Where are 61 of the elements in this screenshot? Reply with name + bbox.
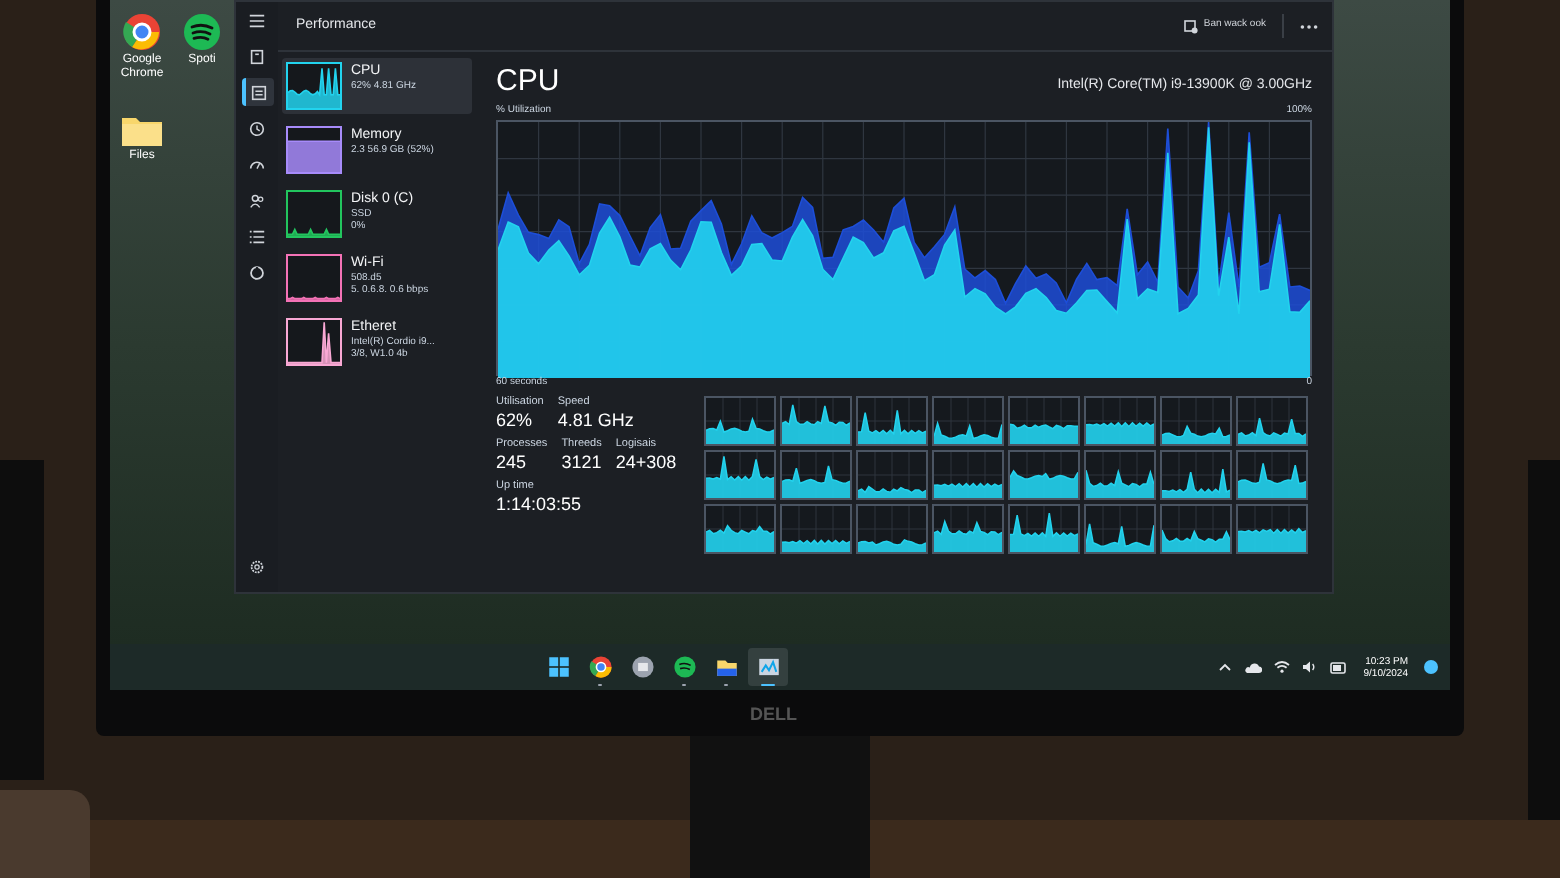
stat-value: 24+308 <box>615 452 677 474</box>
usage-area <box>1086 421 1154 444</box>
usage-area <box>706 524 774 552</box>
menu-icon <box>248 11 267 29</box>
chevron-up-icon[interactable] <box>1217 662 1232 672</box>
usage-area <box>1238 527 1306 552</box>
browser-icon[interactable] <box>122 12 162 52</box>
usage-area <box>1238 462 1306 498</box>
app-icon <box>629 654 656 680</box>
stat-value: 3121 <box>561 452 602 474</box>
usage-area <box>782 539 850 552</box>
usage-area <box>782 404 850 444</box>
list-icon <box>248 227 267 245</box>
usage-area <box>288 227 341 236</box>
start-icon <box>545 654 572 680</box>
battery-icon[interactable] <box>1329 661 1348 673</box>
usage-area <box>1162 468 1230 498</box>
usage-area <box>1010 512 1078 552</box>
speaker-icon[interactable] <box>1301 660 1318 674</box>
usage-area <box>1086 523 1154 552</box>
usage-area <box>1010 423 1078 444</box>
history-icon <box>248 119 267 137</box>
brand-logo: DELL <box>750 702 797 728</box>
processes-icon <box>248 47 267 65</box>
music-app-icon <box>671 654 698 680</box>
usage-area <box>288 140 341 172</box>
folder-icon[interactable] <box>120 112 164 148</box>
services-icon <box>248 263 267 281</box>
notification-icon[interactable] <box>1424 660 1438 674</box>
performance-icon <box>755 654 782 680</box>
running-indicator <box>761 683 776 686</box>
usage-area <box>706 416 774 444</box>
wifi-icon[interactable] <box>1273 660 1290 674</box>
stat-value: 245 <box>496 452 529 474</box>
performance-icon <box>250 83 269 101</box>
usage-area <box>934 482 1002 498</box>
usage-area <box>1162 529 1230 552</box>
section-heading: CPU <box>496 66 560 98</box>
music-app-icon[interactable] <box>182 12 222 52</box>
more-icon <box>1299 23 1317 29</box>
usage-area <box>858 485 926 498</box>
usage-area <box>1010 469 1078 498</box>
usage-area <box>1086 468 1154 498</box>
mug <box>0 790 90 878</box>
settings-icon <box>248 557 267 575</box>
browser-icon <box>587 654 614 680</box>
taskbar-button[interactable] <box>748 648 789 686</box>
cloud-icon[interactable] <box>1243 661 1262 673</box>
usage-area <box>858 409 926 444</box>
stat-value: 4.81 GHz <box>557 410 634 432</box>
nav-button[interactable] <box>241 78 274 106</box>
usage-area <box>782 465 850 498</box>
usage-area <box>934 420 1002 444</box>
users-icon <box>248 191 267 209</box>
new-task-icon <box>1183 19 1198 33</box>
stat-value: 1:14:03:55 <box>496 494 582 516</box>
usage-area <box>1238 417 1306 444</box>
stat-value: 62% <box>496 410 535 432</box>
usage-area <box>1162 424 1230 444</box>
usage-area <box>858 538 926 552</box>
usage-area <box>934 519 1002 552</box>
